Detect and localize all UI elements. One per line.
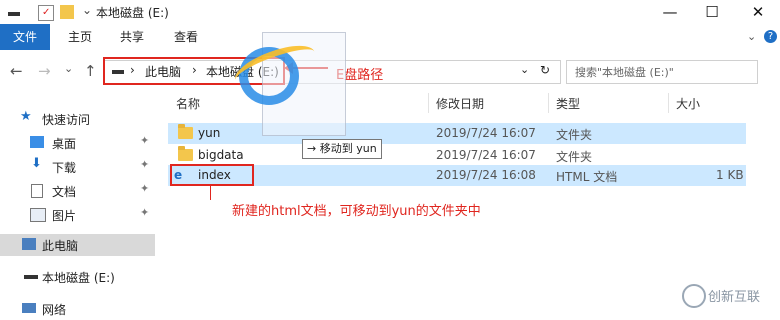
drive-icon [8,5,22,19]
move-annotation: 新建的html文档，可移动到yun的文件夹中 [232,204,481,219]
forward-button[interactable]: → [38,62,51,80]
sidebar-item-documents[interactable]: 文档 ✦ [0,180,155,202]
properties-icon[interactable]: ✓ [38,5,54,21]
watermark-text: 创新互联 [708,290,761,305]
drag-tooltip: → 移动到 yun [302,139,382,159]
star-icon: ★ [20,109,32,124]
sidebar-label: 本地磁盘 (E:) [42,271,115,285]
folder-icon [178,146,193,161]
drag-tooltip-text: 移动到 yun [319,142,377,155]
minimize-button[interactable]: — [650,2,690,22]
desktop-icon [30,136,44,148]
tab-share[interactable]: 共享 [120,24,144,50]
column-header-modified[interactable]: 修改日期 [436,95,484,112]
tab-home[interactable]: 主页 [68,24,92,50]
index-connector [210,184,211,200]
up-button[interactable]: ↑ [84,62,97,80]
sidebar-item-local-disk[interactable]: 本地磁盘 (E:) [0,266,155,288]
file-modified: 2019/7/24 16:07 [436,148,536,162]
expand-ribbon-icon[interactable]: ⌄ [747,30,756,43]
sidebar-label: 此电脑 [42,239,79,253]
sidebar-label: 桌面 [52,137,77,151]
network-icon [22,303,36,313]
help-icon[interactable]: ? [764,30,777,43]
file-row-yun[interactable]: yun 2019/7/24 16:07 文件夹 [168,123,746,144]
column-divider[interactable] [668,93,669,113]
tab-file[interactable]: 文件 [0,24,50,50]
sidebar-label: 下载 [52,161,77,175]
pictures-icon [30,208,46,222]
file-size: 1 KB [716,168,744,182]
pin-icon[interactable]: ✦ [140,182,149,195]
sidebar-label: 文档 [52,185,77,199]
file-type: 文件夹 [556,128,593,142]
pin-icon[interactable]: ✦ [140,158,149,171]
file-name: yun [198,126,221,140]
ribbon-tabs: 文件 主页 共享 查看 ⌄ ? [0,24,780,51]
column-header-size[interactable]: 大小 [676,95,700,112]
maximize-button[interactable]: ☐ [692,2,732,22]
pin-icon[interactable]: ✦ [140,134,149,147]
search-placeholder: 搜索"本地磁盘 (E:)" [575,66,674,79]
file-modified: 2019/7/24 16:08 [436,168,536,182]
column-header-name[interactable]: 名称 [176,95,200,112]
file-type: 文件夹 [556,150,593,164]
document-icon [31,184,43,198]
customize-toolbar-icon[interactable]: ⌄ [82,3,92,17]
column-divider[interactable] [548,93,549,113]
back-button[interactable]: ← [10,62,23,80]
watermark-logo-icon [682,284,706,308]
sidebar-item-this-pc[interactable]: 此电脑 [0,234,155,256]
new-folder-icon[interactable] [60,5,74,19]
window-title: 本地磁盘 (E:) [96,6,169,20]
computer-icon [22,238,36,250]
drive-icon [24,275,38,279]
file-type: HTML 文档 [556,170,618,184]
sidebar-label: 网络 [42,303,67,317]
refresh-button[interactable]: ↻ [540,63,550,77]
index-highlight-box [170,164,254,186]
arrow-right-icon: → [307,142,317,155]
sidebar-item-desktop[interactable]: 桌面 ✦ [0,132,155,154]
sidebar-item-pictures[interactable]: 图片 ✦ [0,204,155,226]
pin-icon[interactable]: ✦ [140,206,149,219]
download-icon: ⬇ [31,156,42,171]
sidebar-quick-access[interactable]: ★ 快速访问 [0,108,155,130]
folder-icon [178,124,193,139]
column-divider[interactable] [428,93,429,113]
sidebar-item-downloads[interactable]: ⬇ 下载 ✦ [0,156,155,178]
search-input[interactable]: 搜索"本地磁盘 (E:)" [566,60,758,84]
file-modified: 2019/7/24 16:07 [436,126,536,140]
recent-locations-button[interactable]: ⌄ [64,62,73,75]
sidebar-item-network[interactable]: 网络 [0,298,155,320]
file-name: bigdata [198,148,244,162]
file-row-index[interactable]: e index 2019/7/24 16:08 HTML 文档 1 KB [168,165,746,186]
address-dropdown[interactable]: ⌄ [520,63,529,76]
sidebar-label: 快速访问 [42,113,91,127]
column-header-type[interactable]: 类型 [556,95,580,112]
close-button[interactable]: ✕ [738,2,778,22]
sidebar-label: 图片 [52,209,77,223]
title-bar: ✓ ⌄ 本地磁盘 (E:) — ☐ ✕ [0,0,780,24]
drag-ghost [230,32,346,136]
file-row-bigdata[interactable]: bigdata 2019/7/24 16:07 文件夹 [168,145,746,166]
tab-view[interactable]: 查看 [174,24,198,50]
